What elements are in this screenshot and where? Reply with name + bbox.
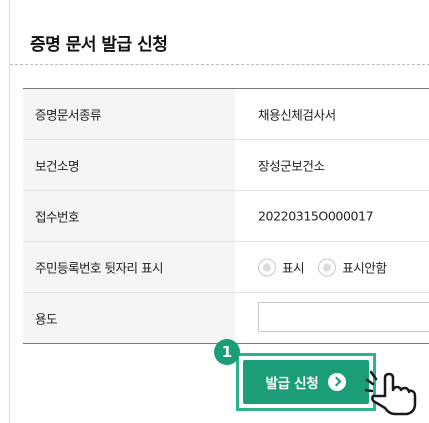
row-header: 접수번호 <box>23 191 235 241</box>
step-number-badge: 1 <box>214 339 240 365</box>
table-row: 증명문서종류 채용신체검사서 <box>23 89 429 140</box>
show-radio[interactable] <box>258 258 276 276</box>
row-label: 접수번호 <box>35 209 80 225</box>
issue-request-button[interactable]: 발급 신청 <box>243 360 369 404</box>
arrow-right-circle-icon <box>328 373 347 391</box>
row-label: 용도 <box>35 311 58 327</box>
hide-radio-label[interactable]: 표시안함 <box>342 258 387 277</box>
row-label: 주민등록번호 뒷자리 표시 <box>35 260 163 276</box>
row-label: 증명문서종류 <box>35 107 102 123</box>
health-center-value: 장성군보건소 <box>258 158 325 174</box>
hide-radio[interactable] <box>318 258 337 276</box>
table-row: 주민등록번호 뒷자리 표시 표시 표시안함 <box>23 242 429 293</box>
table-row: 보건소명 장성군보건소 <box>23 140 429 191</box>
row-value-cell <box>235 293 429 343</box>
submit-highlight: 발급 신청 <box>236 353 376 411</box>
row-value-cell: 표시 표시안함 <box>235 242 429 292</box>
row-label: 보건소명 <box>35 158 80 174</box>
document-type-value: 채용신체검사서 <box>258 107 336 123</box>
hand-pointer-icon <box>365 370 417 416</box>
show-radio-label[interactable]: 표시 <box>282 258 305 277</box>
row-header: 주민등록번호 뒷자리 표시 <box>23 242 235 292</box>
page-title: 증명 문서 발급 신청 <box>30 35 168 55</box>
request-form-table: 증명문서종류 채용신체검사서 보건소명 장성군보건소 접수번호 20220315… <box>23 88 429 344</box>
issue-request-label: 발급 신청 <box>265 376 319 392</box>
row-header: 증명문서종류 <box>23 89 235 139</box>
row-value-cell: 장성군보건소 <box>235 140 429 190</box>
row-header: 용도 <box>23 293 235 343</box>
table-row: 접수번호 20220315O000017 <box>23 191 429 242</box>
table-row: 용도 <box>23 293 429 344</box>
row-header: 보건소명 <box>23 140 235 190</box>
title-divider <box>10 64 429 65</box>
purpose-input[interactable] <box>258 302 429 332</box>
receipt-number-value: 20220315O000017 <box>258 208 374 224</box>
row-value-cell: 채용신체검사서 <box>235 89 429 139</box>
row-value-cell: 20220315O000017 <box>235 191 429 241</box>
id-display-radio-group: 표시 표시안함 <box>258 258 401 277</box>
